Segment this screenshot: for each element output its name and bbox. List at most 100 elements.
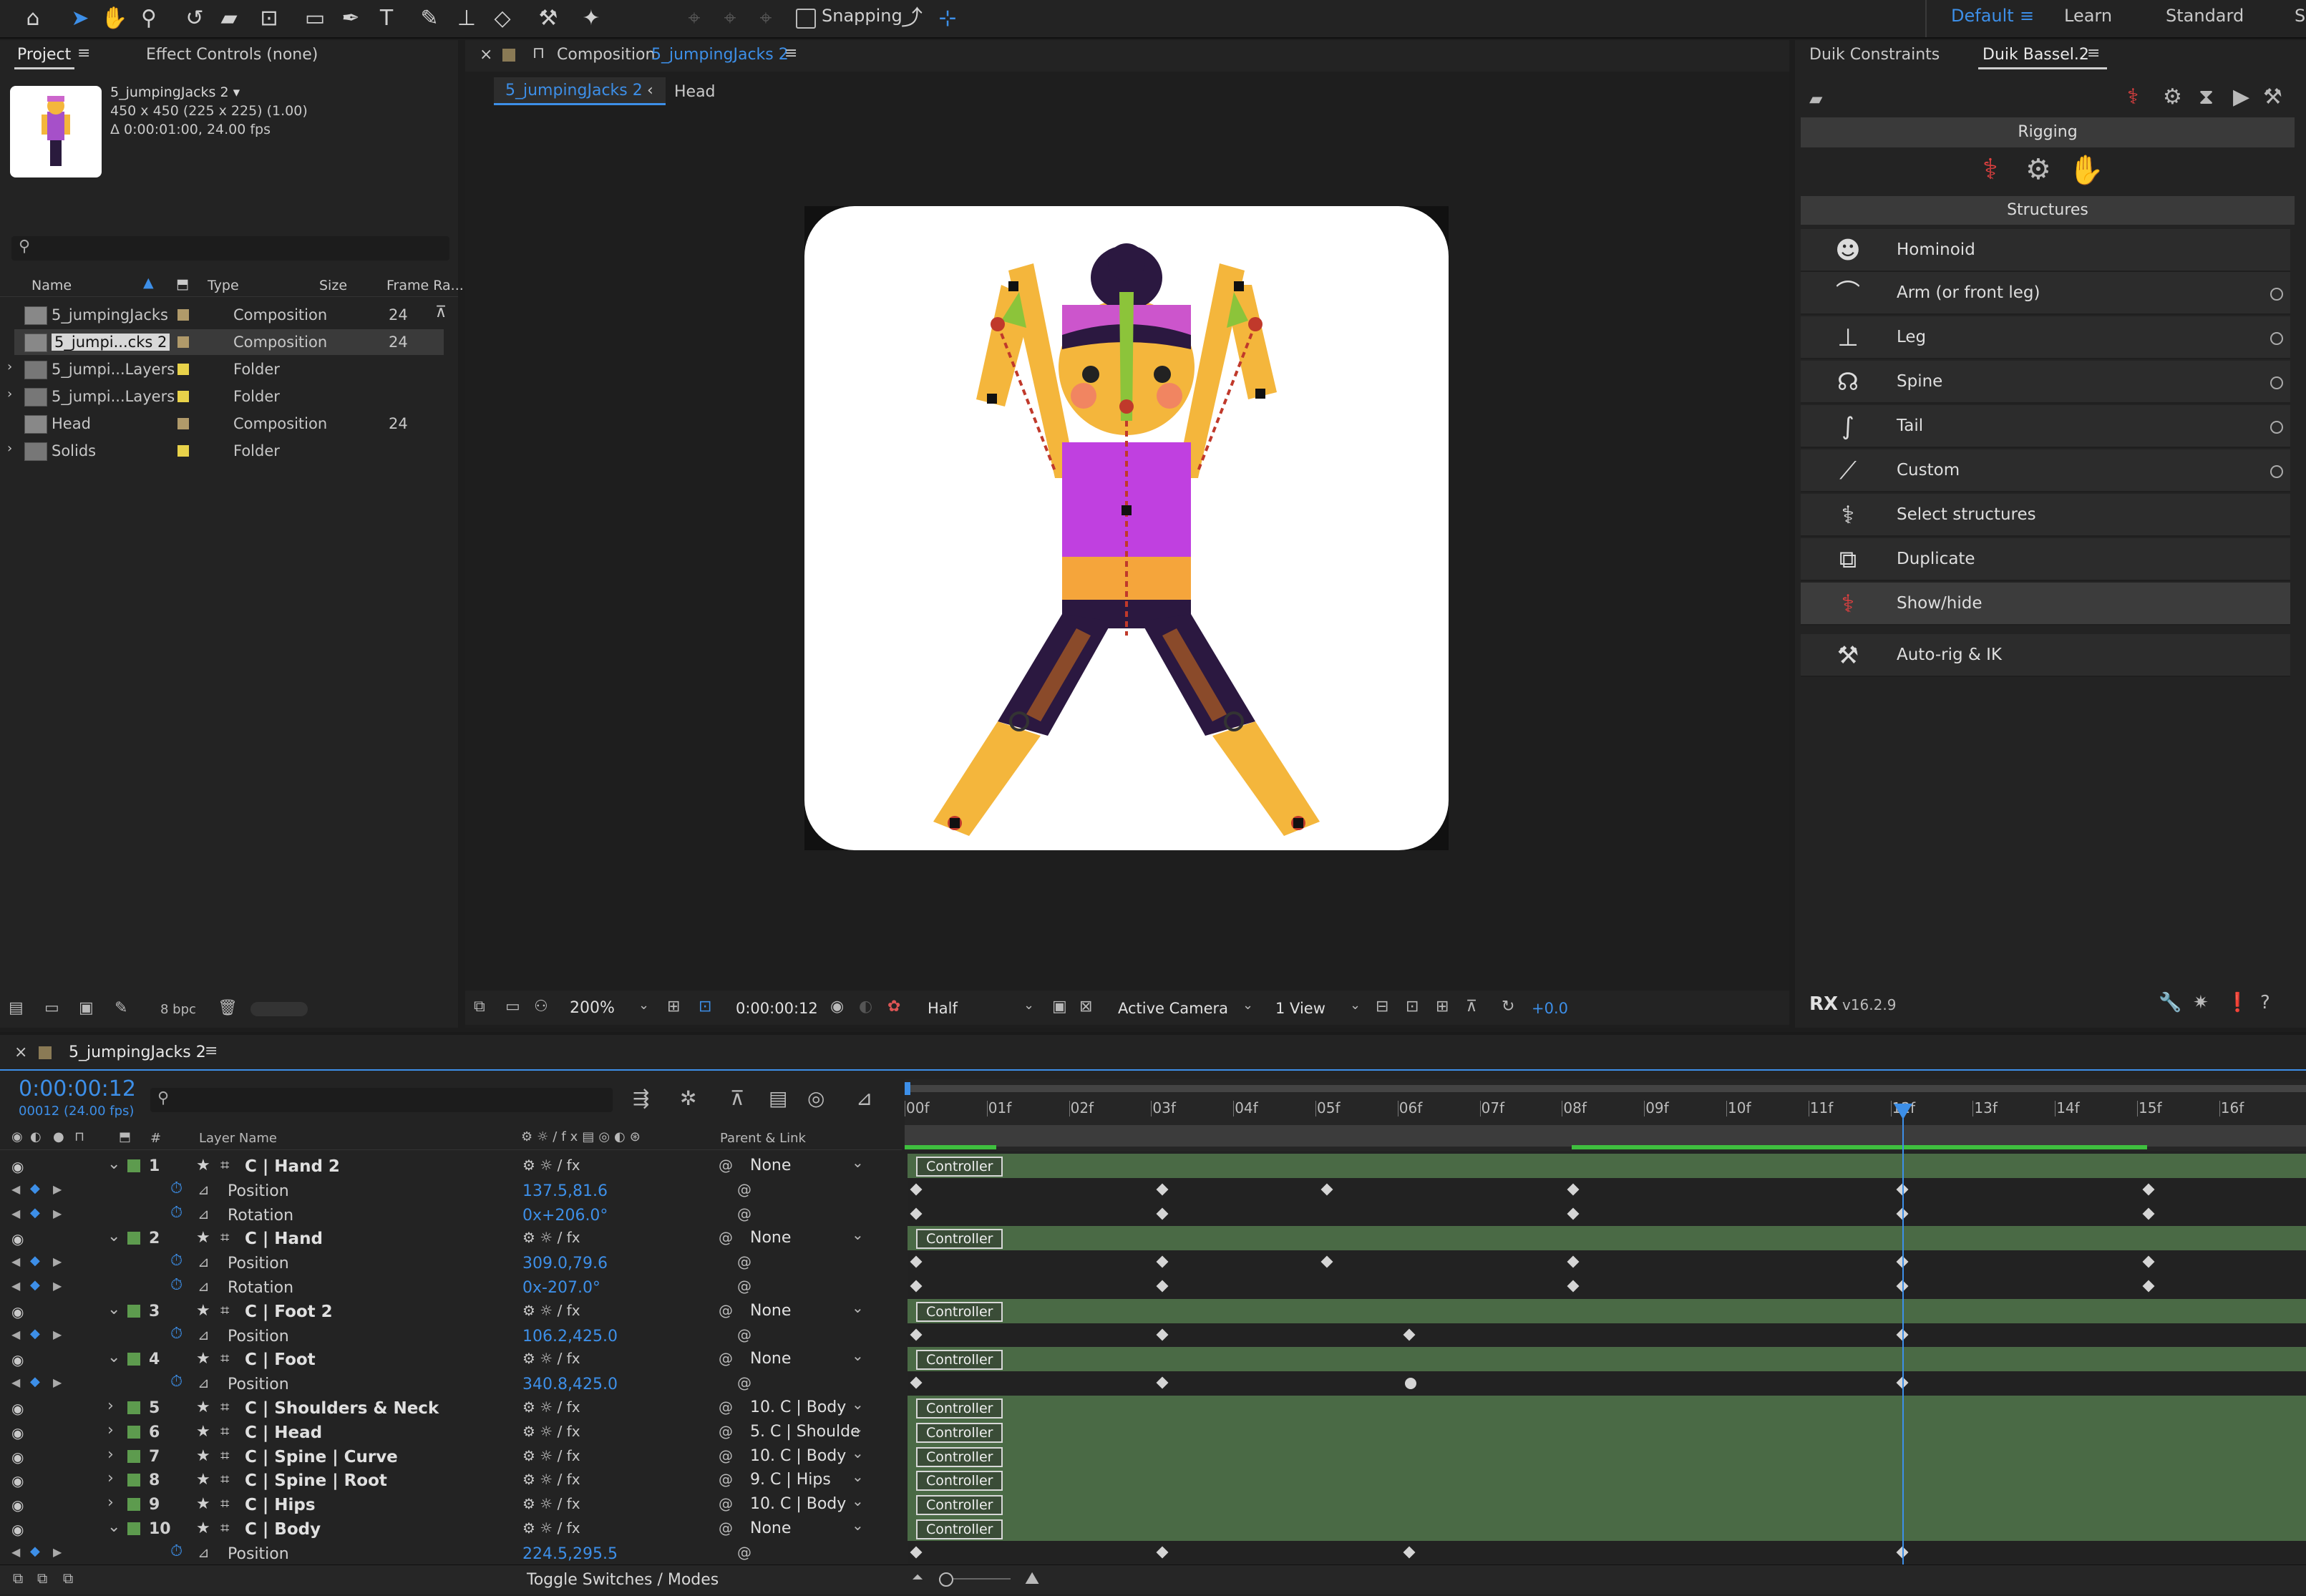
lock-icon[interactable]: ⊓ bbox=[74, 1129, 84, 1144]
work-area-bar[interactable] bbox=[905, 1085, 2306, 1092]
stopwatch-icon[interactable]: ⏱ bbox=[170, 1179, 183, 1197]
keyframe-track[interactable] bbox=[908, 1202, 2306, 1227]
expression-pickwhip-icon[interactable]: @ bbox=[737, 1326, 751, 1343]
exposure-value[interactable]: +0.0 bbox=[1532, 1000, 1568, 1017]
layer-switches-icon[interactable]: ⧉ bbox=[13, 1570, 23, 1587]
option-radio-icon[interactable] bbox=[2270, 376, 2283, 389]
keyframe[interactable] bbox=[910, 1546, 923, 1559]
video-eye-icon[interactable]: ◉ bbox=[11, 1497, 24, 1514]
layer-switches[interactable]: ⚙ ☼ / fx bbox=[522, 1519, 580, 1537]
chevron-down-icon[interactable]: ⌄ bbox=[852, 1154, 864, 1171]
project-settings-icon[interactable]: ✎ bbox=[115, 999, 127, 1017]
expand-chevron-icon[interactable]: › bbox=[7, 359, 12, 374]
workspace-overflow[interactable]: Sr bbox=[2295, 6, 2306, 26]
label-color-swatch[interactable] bbox=[127, 1449, 140, 1463]
layer-row[interactable]: ◉ › 7 ★ ⌗ C | Spine | Curve ⚙ ☼ / fx @10. C | B… bbox=[0, 1444, 2306, 1469]
workspace-default[interactable]: Default bbox=[1951, 6, 2014, 26]
pickwhip-icon[interactable]: @ bbox=[719, 1423, 733, 1440]
keyframe[interactable] bbox=[1156, 1328, 1169, 1341]
pan-behind-tool-icon[interactable]: ⊡ bbox=[255, 4, 283, 33]
hand-icon[interactable]: ✋ bbox=[2068, 153, 2104, 187]
keyframe[interactable] bbox=[2142, 1255, 2155, 1268]
keyframe[interactable] bbox=[1156, 1255, 1169, 1268]
add-keyframe-icon[interactable]: ◆ bbox=[30, 1544, 40, 1559]
stopwatch-icon[interactable]: ⏱ bbox=[170, 1373, 183, 1391]
close-icon[interactable]: × bbox=[480, 46, 492, 64]
zoom-tool-icon[interactable]: ⚲ bbox=[135, 4, 163, 33]
playhead[interactable] bbox=[1893, 1104, 1912, 1569]
pickwhip-icon[interactable]: @ bbox=[719, 1495, 733, 1512]
parent-link-header[interactable]: Parent & Link bbox=[720, 1131, 806, 1146]
label-color-swatch[interactable] bbox=[177, 336, 189, 348]
layer-name[interactable]: C | Foot 2 bbox=[245, 1303, 333, 1321]
property-value[interactable]: 106.2,425.0 bbox=[522, 1328, 618, 1346]
puppet-pin-tool-icon[interactable]: ✦ bbox=[577, 4, 605, 33]
video-eye-icon[interactable]: ◉ bbox=[11, 1129, 23, 1144]
keyframe[interactable] bbox=[1156, 1376, 1169, 1389]
snapping-checkbox[interactable] bbox=[796, 9, 816, 29]
option-radio-icon[interactable] bbox=[2270, 465, 2283, 478]
expand-chevron-icon[interactable]: › bbox=[107, 1494, 114, 1512]
roto-brush-tool-icon[interactable]: ⚒ bbox=[534, 4, 563, 33]
option-radio-icon[interactable] bbox=[2270, 288, 2283, 301]
add-keyframe-icon[interactable]: ◆ bbox=[30, 1181, 40, 1196]
keyframe-track[interactable] bbox=[908, 1540, 2306, 1565]
grid-guides-icon[interactable]: ⊞ bbox=[667, 998, 680, 1016]
add-keyframe-icon[interactable]: ◆ bbox=[30, 1278, 40, 1293]
current-time[interactable]: 0:00:00:12 bbox=[736, 1000, 818, 1017]
timeline-tab[interactable]: 5_jumpingJacks 2 bbox=[69, 1043, 206, 1061]
time-ruler[interactable]: 00f 01f 02f 03f 04f 05f 06f 07f 08f 09f 10f 11f 12f 1… bbox=[905, 1079, 2306, 1151]
layer-switches[interactable]: ⚙ ☼ / fx bbox=[522, 1229, 580, 1246]
duik-notes-icon[interactable]: ▰ bbox=[1809, 89, 1822, 109]
property-value[interactable]: 0x-207.0° bbox=[522, 1279, 600, 1297]
structure-item-tail[interactable]: ∫ Tail bbox=[1801, 405, 2290, 448]
project-item-selected[interactable]: 5_jumpi...cks 2 Composition 24 bbox=[14, 329, 444, 355]
structure-item-duplicate[interactable]: ⧉ Duplicate bbox=[1801, 538, 2290, 581]
label-color-swatch[interactable] bbox=[177, 364, 189, 375]
layer-duration-bar[interactable]: Controller bbox=[908, 1517, 2306, 1541]
video-eye-icon[interactable]: ◉ bbox=[11, 1158, 24, 1175]
keyframe[interactable] bbox=[1567, 1280, 1580, 1293]
layer-switches[interactable]: ⚙ ☼ / fx bbox=[522, 1471, 580, 1488]
layer-row[interactable]: ◉ ⌄ 1 ★ ⌗ C | Hand 2 ⚙ ☼ / fx @ None ⌄ Controller bbox=[0, 1154, 2306, 1179]
label-color-swatch[interactable] bbox=[127, 1401, 140, 1414]
work-area-start-handle[interactable] bbox=[905, 1082, 910, 1095]
layer-name[interactable]: C | Hand bbox=[245, 1230, 323, 1248]
new-composition-icon[interactable]: ▣ bbox=[79, 999, 94, 1017]
layer-switches[interactable]: ⚙ ☼ / fx bbox=[522, 1302, 580, 1319]
expression-pickwhip-icon[interactable]: @ bbox=[737, 1253, 751, 1270]
home-icon[interactable]: ⌂ bbox=[19, 4, 47, 33]
layer-name[interactable]: C | Shoulders & Neck bbox=[245, 1399, 439, 1418]
expression-pickwhip-icon[interactable]: @ bbox=[737, 1181, 751, 1198]
chevron-down-icon[interactable]: ⌄ bbox=[852, 1226, 864, 1243]
structure-item-auto-rig-ik[interactable]: ⚒ Auto-rig & IK bbox=[1801, 634, 2290, 677]
eraser-tool-icon[interactable]: ◇ bbox=[488, 4, 517, 33]
video-eye-icon[interactable]: ◉ bbox=[11, 1449, 24, 1466]
stopwatch-icon[interactable]: ⏱ bbox=[170, 1325, 183, 1343]
chevron-down-icon[interactable]: ⌄ bbox=[852, 1347, 864, 1364]
expression-pickwhip-icon[interactable]: @ bbox=[737, 1374, 751, 1391]
pickwhip-icon[interactable]: @ bbox=[719, 1447, 733, 1464]
pickwhip-icon[interactable]: @ bbox=[719, 1157, 733, 1174]
expand-chevron-icon[interactable]: › bbox=[7, 386, 12, 402]
previous-keyframe-icon[interactable]: ◀ bbox=[11, 1376, 20, 1389]
keyframe-track[interactable] bbox=[908, 1371, 2306, 1396]
zoom-slider-thumb[interactable] bbox=[939, 1572, 953, 1587]
label-color-swatch[interactable] bbox=[127, 1159, 140, 1172]
option-radio-icon[interactable] bbox=[2270, 332, 2283, 345]
color-channels-icon[interactable]: ✿ bbox=[887, 998, 900, 1016]
hand-tool-icon[interactable]: ✋ bbox=[100, 4, 129, 33]
label-color-swatch[interactable] bbox=[127, 1425, 140, 1439]
layer-name[interactable]: C | Body bbox=[245, 1520, 321, 1539]
property-row[interactable]: ◀ ◆ ▶ ⏱ ⊿ Rotation 0x-207.0° @ bbox=[0, 1275, 2306, 1300]
property-row[interactable]: ◀ ◆ ▶ ⏱ ⊿ Position 309.0,79.6 @ bbox=[0, 1250, 2306, 1276]
expression-pickwhip-icon[interactable]: @ bbox=[737, 1205, 751, 1222]
camera-tool-icon[interactable]: ▰ bbox=[215, 4, 243, 33]
col-frame-rate[interactable]: Frame Ra... bbox=[386, 278, 464, 293]
draft-3d-icon[interactable]: ✲ bbox=[680, 1086, 696, 1110]
layer-name[interactable]: C | Hand 2 bbox=[245, 1157, 340, 1176]
view-layout-dropdown[interactable]: 1 View bbox=[1275, 1000, 1325, 1017]
layer-duration-bar[interactable]: Controller bbox=[908, 1396, 2306, 1420]
stopwatch-icon[interactable]: ⏱ bbox=[170, 1252, 183, 1270]
chevron-down-icon[interactable]: ⌄ bbox=[1350, 998, 1361, 1013]
